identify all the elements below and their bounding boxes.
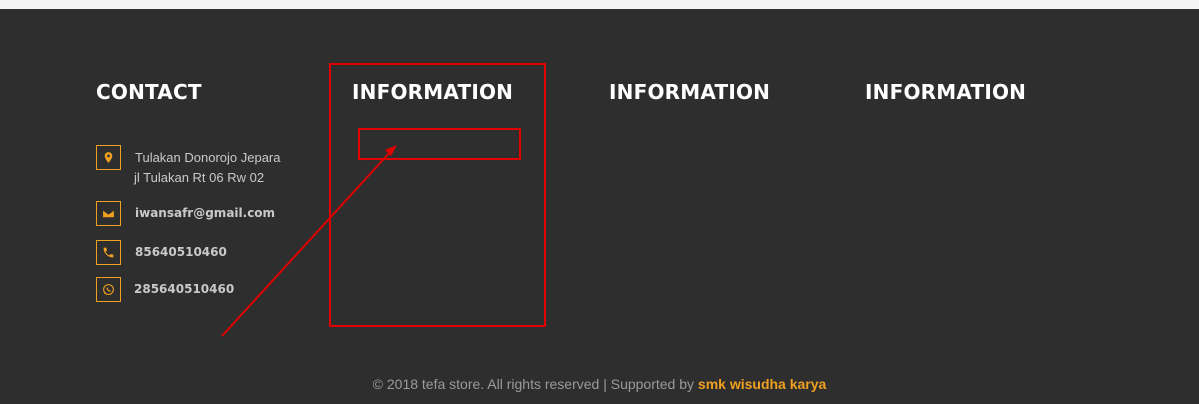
location-icon xyxy=(96,145,121,170)
phone-icon xyxy=(96,240,121,265)
annotation-arrow xyxy=(221,145,397,337)
footer-copyright: © 2018 tefa store. All rights reserved |… xyxy=(0,376,1199,392)
contact-title: CONTACT xyxy=(96,80,202,104)
mail-icon xyxy=(96,201,121,226)
address-line-2: jl Tulakan Rt 06 Rw 02 xyxy=(134,170,265,185)
contact-address: Tulakan Donorojo Jepara jl Tulakan Rt 06… xyxy=(134,148,281,188)
annotation-outer-box xyxy=(329,63,546,327)
address-line-1: Tulakan Donorojo Jepara xyxy=(135,150,281,165)
information-title-2: INFORMATION xyxy=(609,80,771,104)
annotation-inner-box xyxy=(358,128,521,160)
supporter-link[interactable]: smk wisudha karya xyxy=(698,376,826,392)
contact-email[interactable]: iwansafr@gmail.com xyxy=(135,206,275,220)
top-bar xyxy=(0,0,1199,9)
contact-whatsapp[interactable]: 285640510460 xyxy=(134,282,234,296)
information-title-3: INFORMATION xyxy=(865,80,1027,104)
whatsapp-icon xyxy=(96,277,121,302)
copyright-text: © 2018 tefa store. All rights reserved |… xyxy=(372,376,695,392)
contact-phone[interactable]: 85640510460 xyxy=(135,245,227,259)
